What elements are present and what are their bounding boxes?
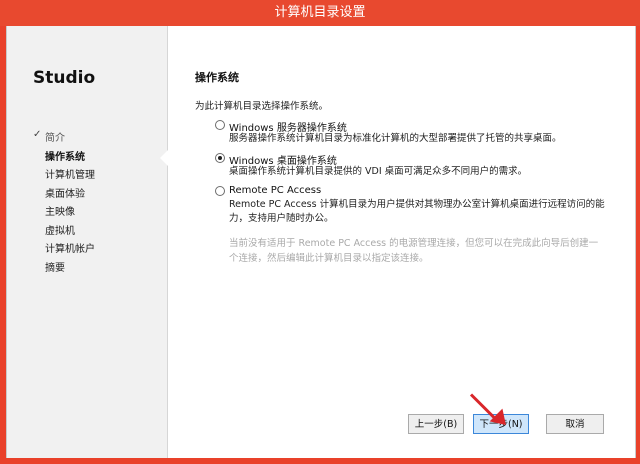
step-label: 简介 — [45, 133, 65, 144]
sidebar-divider — [167, 26, 168, 458]
step-master-image: 主映像 — [33, 203, 95, 222]
step-label: 主映像 — [45, 207, 75, 218]
page-prompt: 为此计算机目录选择操作系统。 — [195, 101, 329, 112]
step-label: 操作系统 — [45, 151, 85, 163]
step-label: 计算机管理 — [45, 170, 95, 181]
page-title: 操作系统 — [195, 71, 239, 84]
back-button[interactable]: 上一步(B) — [408, 414, 464, 434]
step-desktop-experience: 桌面体验 — [33, 185, 95, 204]
check-icon: ✓ — [33, 129, 42, 140]
step-label: 桌面体验 — [45, 188, 85, 200]
step-label: 摘要 — [45, 262, 65, 274]
sidebar-title: Studio — [33, 68, 96, 88]
radio-server-os[interactable] — [215, 120, 225, 130]
step-virtual-machines: 虚拟机 — [33, 222, 95, 241]
window-title: 计算机目录设置 — [0, 0, 640, 26]
option-description: 桌面操作系统计算机目录提供的 VDI 桌面可满足众多不同用户的需求。 — [229, 166, 528, 177]
sidebar: Studio ✓ 简介 操作系统 计算机管理 桌面体验 主映像 虚拟机 计算机帐 — [7, 26, 167, 458]
option-label: Remote PC Access — [229, 185, 322, 196]
step-summary: 摘要 — [33, 259, 95, 278]
step-os: 操作系统 — [33, 148, 95, 167]
option-description: 服务器操作系统计算机目录为标准化计算机的大型部署提供了托管的共享桌面。 — [229, 133, 562, 144]
step-label: 计算机帐户 — [45, 244, 95, 255]
step-machine-management: 计算机管理 — [33, 166, 95, 185]
radio-desktop-os[interactable] — [215, 153, 225, 163]
wizard-steps: ✓ 简介 操作系统 计算机管理 桌面体验 主映像 虚拟机 计算机帐户 摘要 — [33, 129, 95, 277]
step-intro: ✓ 简介 — [33, 129, 95, 148]
radio-remote-pc-access[interactable] — [215, 186, 225, 196]
step-computer-accounts: 计算机帐户 — [33, 240, 95, 259]
step-label: 虚拟机 — [45, 225, 75, 237]
option-description: Remote PC Access 计算机目录为用户提供对其物理办公室计算机桌面进… — [229, 199, 605, 224]
wizard-window: Studio ✓ 简介 操作系统 计算机管理 桌面体验 主映像 虚拟机 计算机帐 — [6, 26, 636, 458]
cancel-button[interactable]: 取消 — [546, 414, 604, 434]
info-note: 当前没有适用于 Remote PC Access 的电源管理连接，但您可以在完成… — [229, 238, 599, 264]
current-step-pointer — [160, 150, 168, 166]
